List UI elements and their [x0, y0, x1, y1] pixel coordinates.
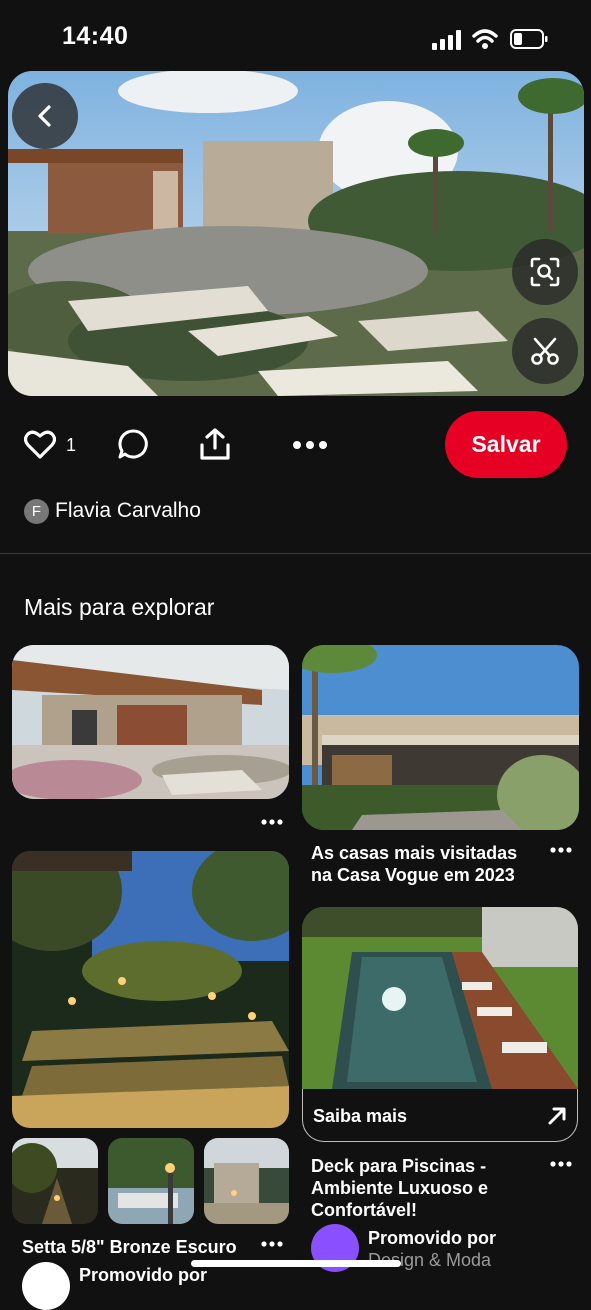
product-thumbnail[interactable]	[108, 1138, 194, 1224]
card-caption[interactable]: na Casa Vogue em 2023	[311, 864, 515, 886]
more-icon[interactable]	[550, 1160, 572, 1168]
card-caption[interactable]: Confortável!	[311, 1199, 417, 1221]
card-caption[interactable]: As casas mais visitadas	[311, 842, 517, 864]
comment-icon[interactable]	[117, 428, 149, 460]
product-thumbnail[interactable]	[204, 1138, 289, 1224]
visual-search-button[interactable]	[512, 239, 578, 305]
battery-icon	[510, 29, 548, 49]
save-button[interactable]: Salvar	[445, 411, 567, 478]
more-icon[interactable]	[261, 1240, 283, 1248]
wifi-icon	[472, 29, 498, 49]
more-icon[interactable]	[550, 846, 572, 854]
more-icon[interactable]	[261, 818, 283, 826]
pin-card-pool-deck[interactable]	[302, 907, 578, 1089]
card-caption[interactable]: Deck para Piscinas -	[311, 1155, 486, 1177]
visual-search-icon	[530, 257, 560, 287]
more-icon[interactable]	[293, 440, 327, 450]
learn-more-label[interactable]: Saiba mais	[313, 1106, 407, 1127]
divider	[0, 553, 591, 554]
back-button[interactable]	[12, 83, 78, 149]
pin-card-house-facade[interactable]	[12, 645, 289, 799]
back-icon	[38, 105, 51, 127]
heart-icon[interactable]	[24, 430, 56, 460]
like-count: 1	[66, 435, 77, 455]
scissors-icon	[531, 337, 559, 365]
promoter-avatar[interactable]	[22, 1262, 70, 1310]
section-title: Mais para explorar	[24, 594, 215, 620]
promoted-label: Promovido por	[368, 1228, 497, 1248]
card-caption[interactable]: Ambiente Luxuoso e	[311, 1177, 488, 1199]
pin-hero-image[interactable]	[8, 71, 584, 396]
promoted-label: Promovido por	[79, 1265, 208, 1285]
author-avatar[interactable]: F	[24, 499, 49, 524]
product-thumbnail[interactable]	[12, 1138, 98, 1224]
pin-card-garden-lights[interactable]	[12, 851, 289, 1128]
author-name[interactable]: Flavia Carvalho	[55, 499, 201, 523]
status-time: 14:40	[62, 22, 129, 50]
arrow-up-right-icon[interactable]	[547, 1106, 567, 1126]
home-indicator[interactable]	[191, 1260, 401, 1267]
cellular-signal-icon	[432, 30, 461, 50]
pin-card-casa-vogue[interactable]	[302, 645, 579, 830]
card-caption[interactable]: Setta 5/8" Bronze Escuro	[22, 1236, 237, 1258]
share-icon[interactable]	[199, 427, 231, 461]
cutout-button[interactable]	[512, 318, 578, 384]
